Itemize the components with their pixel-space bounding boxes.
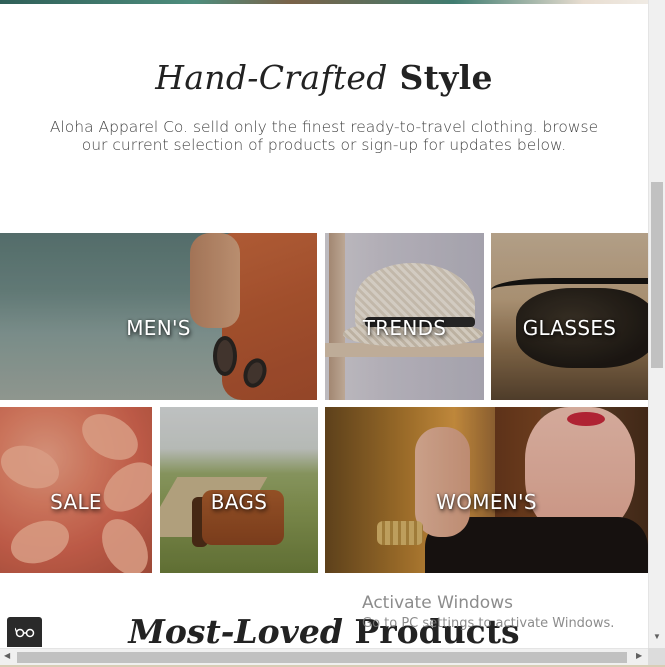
category-tile-trends[interactable]: TRENDS: [325, 233, 484, 400]
category-label: SALE: [50, 490, 102, 514]
scrollbar-corner: [648, 648, 665, 665]
hero-image-bottom-edge: [0, 0, 648, 4]
category-label: TRENDS: [362, 316, 447, 340]
category-tile-glasses[interactable]: GLASSES: [491, 233, 648, 400]
horizontal-scroll-thumb[interactable]: [17, 652, 627, 663]
title-bold-part: Style: [399, 58, 493, 97]
category-tile-bags[interactable]: BAGS: [160, 407, 318, 573]
category-label: GLASSES: [522, 316, 617, 340]
title-italic-part: Most-Loved: [128, 612, 343, 648]
title-italic-part: Hand-Crafted: [155, 58, 388, 97]
intro-paragraph: Aloha Apparel Co. selld only the finest …: [49, 118, 599, 154]
glasses-icon: [13, 627, 34, 638]
scroll-right-arrow-icon[interactable]: ▶: [636, 651, 642, 660]
horizontal-scrollbar[interactable]: ◀ ▶: [0, 648, 648, 665]
vertical-scrollbar[interactable]: ▼: [648, 0, 665, 648]
category-tile-womens[interactable]: WOMEN'S: [325, 407, 648, 573]
scroll-down-arrow-icon[interactable]: ▼: [653, 632, 661, 641]
category-label: MEN'S: [126, 316, 191, 340]
section-title-hand-crafted: Hand-Crafted Style: [0, 58, 648, 97]
accessibility-widget-button[interactable]: [7, 617, 42, 647]
page-viewport: Hand-Crafted Style Aloha Apparel Co. sel…: [0, 0, 648, 648]
vertical-scroll-thumb[interactable]: [651, 182, 663, 368]
category-label: BAGS: [210, 490, 268, 514]
scroll-left-arrow-icon[interactable]: ◀: [4, 651, 10, 660]
activate-windows-watermark: Activate Windows Go to PC settings to ac…: [362, 593, 614, 631]
category-tile-mens[interactable]: MEN'S: [0, 233, 317, 400]
category-label: WOMEN'S: [436, 490, 537, 514]
watermark-line2: Go to PC settings to activate Windows.: [362, 616, 615, 631]
watermark-line1: Activate Windows: [362, 593, 513, 613]
category-tile-sale[interactable]: SALE: [0, 407, 152, 573]
